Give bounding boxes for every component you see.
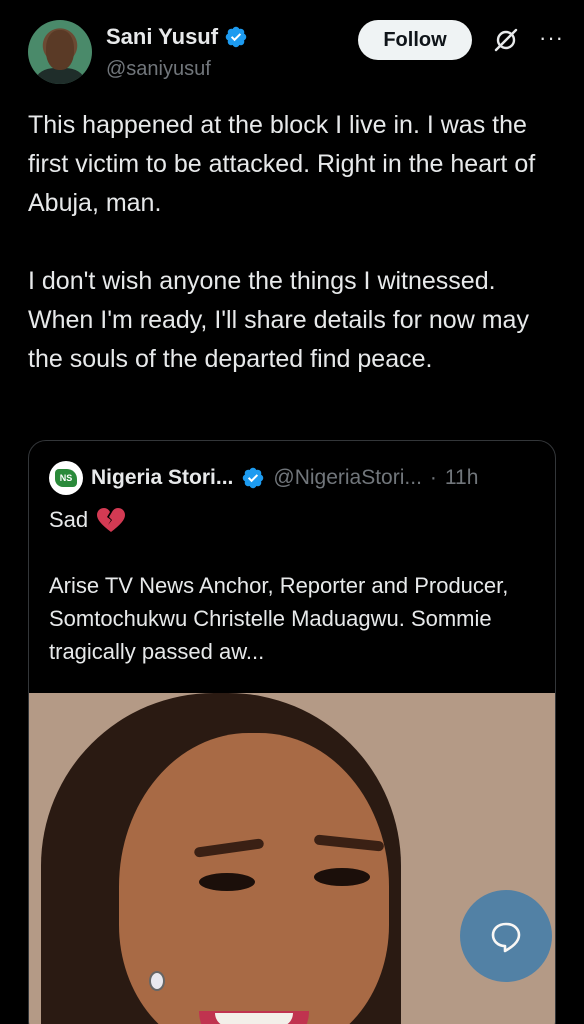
quoted-author-handle: @NigeriaStori...: [273, 466, 422, 489]
photo-teeth: [215, 1013, 293, 1024]
reply-bubble-icon: [491, 922, 521, 953]
author-name[interactable]: Sani Yusuf: [106, 24, 218, 50]
quoted-author-name: Nigeria Stori...: [91, 466, 234, 489]
quoted-tweet-image[interactable]: [29, 693, 555, 1024]
avatar-shirt: [36, 68, 84, 84]
author-handle[interactable]: @saniyusuf: [106, 58, 211, 81]
quoted-tweet-header: NS Nigeria Stori... @NigeriaStori... · 1…: [49, 461, 535, 495]
quoted-sad-text: Sad: [49, 507, 89, 532]
quoted-author-avatar: NS: [49, 461, 83, 495]
nigeria-map-icon: NS: [55, 469, 77, 487]
tweet-paragraph-1: This happened at the block I live in. I …: [28, 111, 536, 217]
quoted-tweet-body: Arise TV News Anchor, Reporter and Produ…: [49, 573, 509, 664]
tweet-text: This happened at the block I live in. I …: [28, 106, 560, 379]
author-name-row: Sani Yusuf: [106, 24, 248, 50]
photo-left-eye: [199, 873, 255, 891]
photo-right-eye: [314, 868, 370, 886]
more-icon[interactable]: ···: [539, 27, 564, 49]
reply-fab[interactable]: [460, 890, 552, 982]
quoted-tweet-time: 11h: [444, 466, 479, 489]
photo-earring: [149, 971, 165, 991]
avatar[interactable]: [28, 20, 92, 84]
avatar-face: [46, 30, 74, 70]
time-separator: ·: [429, 466, 437, 489]
verified-badge-icon: [225, 26, 247, 48]
tweet-paragraph-2: I don't wish anyone the things I witness…: [28, 267, 529, 373]
quoted-first-line: Sad: [49, 507, 126, 533]
tweet-header: Sani Yusuf @saniyusuf Follow ···: [28, 18, 564, 88]
verified-badge-icon: [243, 467, 264, 489]
broken-heart-icon: [97, 508, 126, 532]
follow-button[interactable]: Follow: [358, 20, 472, 60]
grok-icon[interactable]: [492, 26, 520, 54]
